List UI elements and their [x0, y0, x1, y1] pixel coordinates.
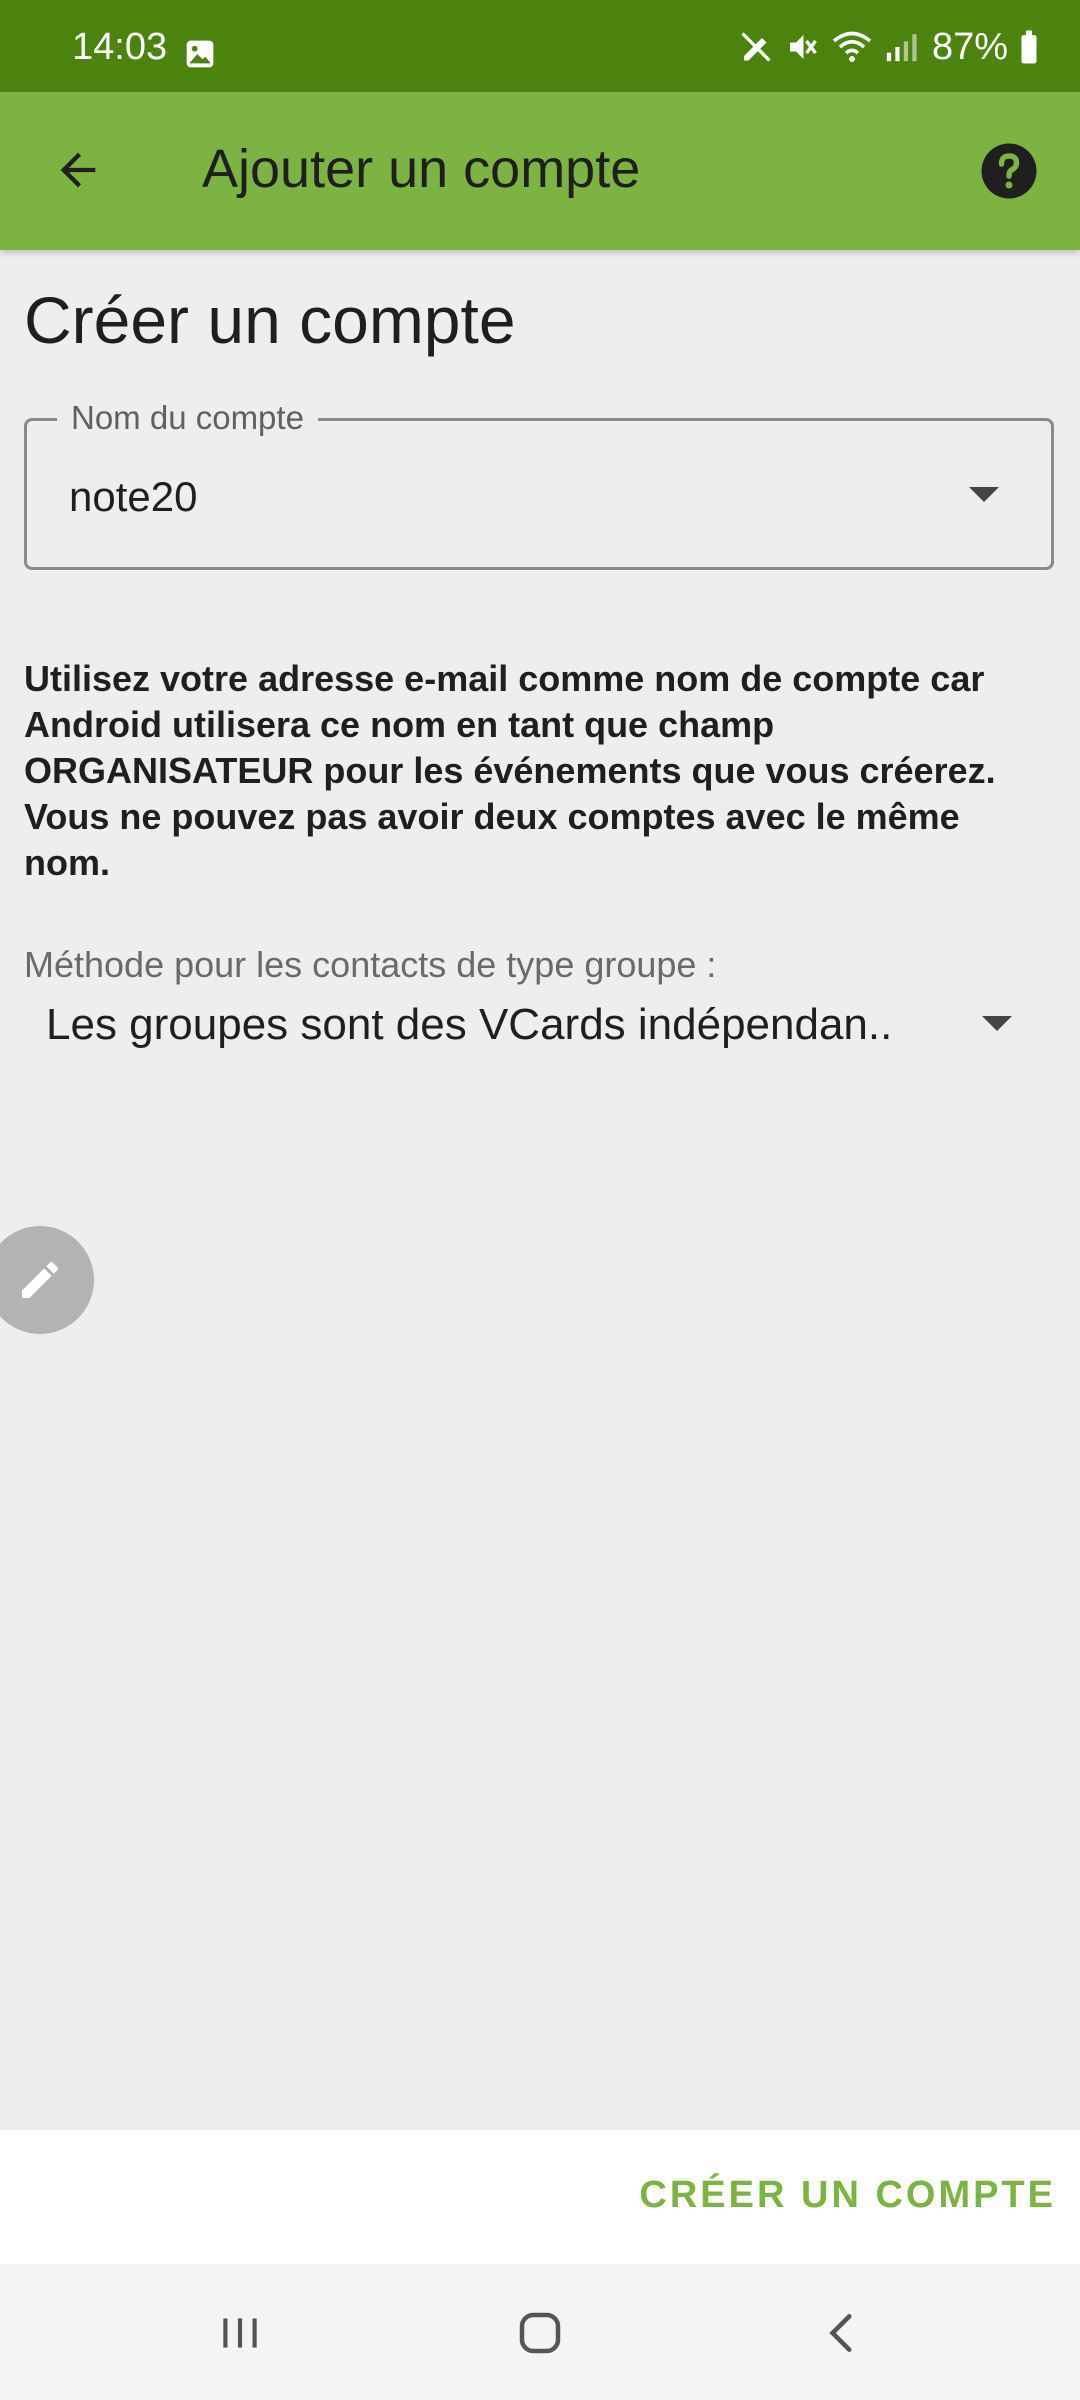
app-bar: Ajouter un compte: [0, 92, 1080, 250]
pencil-icon: [22, 1261, 59, 1298]
help-circle-icon: [981, 143, 1037, 199]
home-button[interactable]: [505, 2298, 575, 2368]
back-icon: [829, 2314, 852, 2352]
status-bar: 14:03 87%: [0, 0, 1080, 92]
nav-back-button[interactable]: [808, 2298, 878, 2368]
help-button[interactable]: [974, 136, 1044, 206]
system-navigation-bar: [0, 2264, 1080, 2400]
account-name-field[interactable]: Nom du compte note20: [24, 399, 1054, 570]
recent-apps-button[interactable]: [205, 2298, 275, 2368]
home-icon: [519, 2312, 561, 2354]
account-name-label: Nom du compte: [57, 399, 318, 437]
status-time: 14:03: [72, 26, 168, 68]
group-method-dropdown[interactable]: Les groupes sont des VCards indépendan..: [24, 992, 1024, 1062]
mute-icon: [789, 35, 817, 59]
app-bar-title: Ajouter un compte: [202, 139, 641, 199]
account-name-value[interactable]: note20: [69, 473, 197, 521]
back-button[interactable]: [42, 134, 114, 206]
group-method-label: Méthode pour les contacts de type groupe…: [24, 944, 717, 985]
status-icons: 87%: [738, 24, 1040, 70]
create-account-button[interactable]: CRÉER UN COMPTE: [639, 2174, 1056, 2217]
bottom-action-bar: CRÉER UN COMPTE: [0, 2130, 1080, 2264]
no-alarm-icon: [741, 32, 771, 62]
account-name-hint: Utilisez votre adresse e-mail comme nom …: [24, 658, 996, 883]
chevron-down-icon[interactable]: [982, 1016, 1012, 1031]
group-method-value: Les groupes sont des VCards indépendan..: [46, 1000, 893, 1049]
page-heading: Créer un compte: [24, 283, 516, 357]
signal-icon: [886, 34, 917, 62]
battery-percent: 87%: [931, 25, 1008, 68]
edit-floating-button[interactable]: [0, 1226, 94, 1334]
chevron-down-icon[interactable]: [969, 487, 999, 502]
recent-apps-icon: [223, 2318, 257, 2348]
battery-icon: [1021, 30, 1037, 64]
image-icon: [186, 40, 214, 68]
arrow-back-icon: [60, 152, 96, 188]
wifi-icon: [832, 31, 872, 62]
